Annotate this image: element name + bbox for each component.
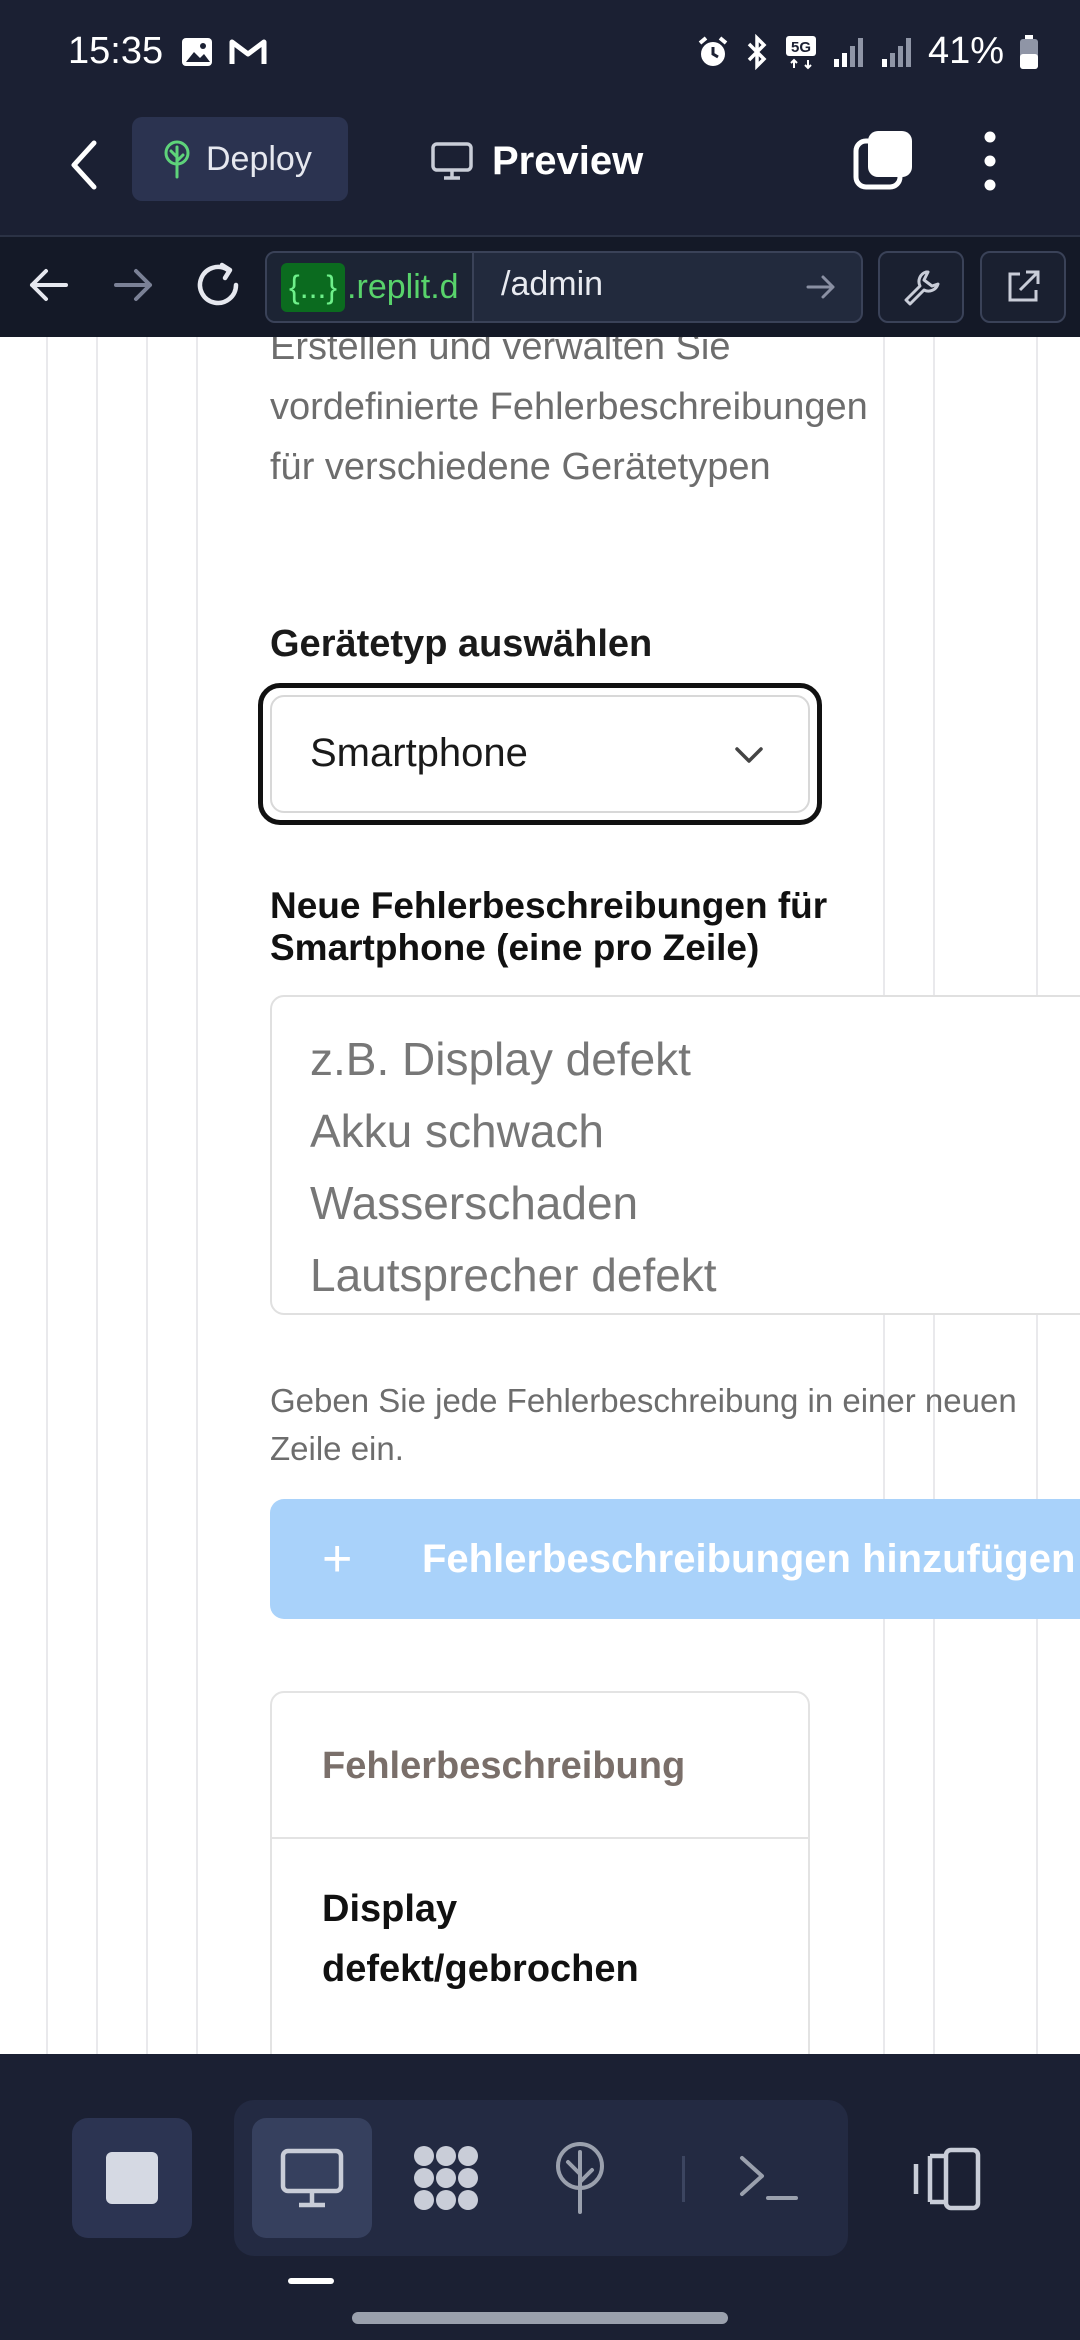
textarea-placeholder: z.B. Display defekt Akku schwach Wassers… bbox=[310, 1033, 717, 1301]
url-domain: .replit.d bbox=[347, 267, 459, 306]
device-type-label: Gerätetyp auswählen bbox=[270, 623, 653, 665]
wrench-icon bbox=[904, 270, 940, 306]
stop-button[interactable] bbox=[72, 2118, 192, 2238]
deploy-label: Deploy bbox=[206, 139, 312, 178]
help-text: Geben Sie jede Fehlerbeschreibung in ein… bbox=[270, 1382, 1017, 1467]
go-arrow-icon[interactable] bbox=[805, 271, 837, 303]
more-options-icon[interactable] bbox=[970, 125, 1010, 197]
deploy-tree-icon bbox=[164, 140, 190, 179]
tab-indicator bbox=[288, 2278, 334, 2284]
stop-icon bbox=[106, 2152, 158, 2204]
reload-icon[interactable] bbox=[192, 259, 244, 311]
preview-tool-button[interactable] bbox=[252, 2118, 372, 2238]
table-header: Fehlerbeschreibung bbox=[272, 1693, 808, 1839]
repl-badge: {...} bbox=[281, 262, 346, 312]
device-type-value: Smartphone bbox=[310, 731, 528, 775]
monitor-icon bbox=[431, 142, 473, 180]
url-path: /admin bbox=[501, 265, 604, 303]
device-type-select[interactable]: Smartphone bbox=[270, 695, 810, 813]
preview-tab[interactable]: Preview bbox=[430, 125, 643, 197]
extensions-icon bbox=[414, 2146, 478, 2210]
image-icon bbox=[182, 38, 212, 66]
preview-viewport[interactable]: Erstellen und verwalten Sie vordefiniert… bbox=[0, 337, 1080, 2054]
browser-url-bar: {...} .replit.d /admin bbox=[0, 235, 1080, 337]
signal-icon bbox=[833, 37, 863, 67]
tool-dock bbox=[234, 2100, 848, 2256]
page-description: Erstellen und verwalten Sie vordefiniert… bbox=[270, 337, 868, 488]
alarm-icon bbox=[698, 35, 728, 66]
url-host: {...} .replit.d bbox=[267, 253, 474, 321]
back-arrow-icon[interactable] bbox=[60, 135, 110, 195]
preview-label: Preview bbox=[492, 138, 644, 183]
plus-icon: + bbox=[322, 1530, 353, 1588]
shell-tool-button[interactable] bbox=[708, 2118, 828, 2238]
tabs-icon[interactable] bbox=[852, 129, 914, 191]
bottom-toolbar bbox=[0, 2054, 1080, 2340]
error-descriptions-label: Neue Fehlerbeschreibungen für Smartphone… bbox=[270, 885, 828, 968]
deployments-tool-button[interactable] bbox=[520, 2118, 640, 2238]
devtools-button[interactable] bbox=[878, 251, 964, 323]
5g-icon: 5G bbox=[785, 35, 816, 69]
battery-icon bbox=[1020, 34, 1038, 69]
column-header-error-description: Fehlerbeschreibung bbox=[322, 1745, 686, 1787]
add-button-label: Fehlerbeschreibungen hinzufügen bbox=[422, 1536, 1076, 1581]
panel-toggle-icon[interactable] bbox=[910, 2146, 984, 2212]
dock-divider bbox=[682, 2156, 685, 2202]
add-error-descriptions-button[interactable]: + Fehlerbeschreibungen hinzufügen bbox=[270, 1499, 1080, 1619]
deploy-tree-icon bbox=[556, 2142, 604, 2214]
error-descriptions-table: Fehlerbeschreibung Display defekt/gebroc… bbox=[270, 1691, 810, 2054]
deploy-button[interactable]: Deploy bbox=[132, 117, 348, 201]
external-link-icon bbox=[1008, 270, 1040, 302]
app-header: Deploy Preview bbox=[0, 105, 1080, 235]
clock: 15:35 bbox=[68, 30, 164, 72]
signal-icon bbox=[881, 37, 911, 67]
battery-percent: 41% bbox=[927, 30, 1004, 72]
table-row: Display defekt/gebrochen bbox=[322, 1888, 639, 1990]
chevron-down-icon bbox=[735, 747, 763, 763]
gmail-icon bbox=[229, 39, 267, 64]
url-field[interactable]: {...} .replit.d /admin bbox=[265, 251, 863, 323]
home-gesture-bar[interactable] bbox=[352, 2312, 728, 2324]
nav-back-icon[interactable] bbox=[26, 263, 70, 307]
extensions-tool-button[interactable] bbox=[386, 2118, 506, 2238]
error-descriptions-textarea[interactable]: z.B. Display defekt Akku schwach Wassers… bbox=[270, 995, 1080, 1315]
terminal-icon bbox=[740, 2156, 798, 2200]
status-bar: 15:35 5G 41% bbox=[0, 0, 1080, 105]
nav-forward-icon[interactable] bbox=[112, 263, 156, 307]
svg-text:5G: 5G bbox=[791, 39, 811, 56]
open-external-button[interactable] bbox=[980, 251, 1066, 323]
monitor-icon bbox=[280, 2148, 344, 2208]
bluetooth-icon bbox=[747, 33, 767, 70]
